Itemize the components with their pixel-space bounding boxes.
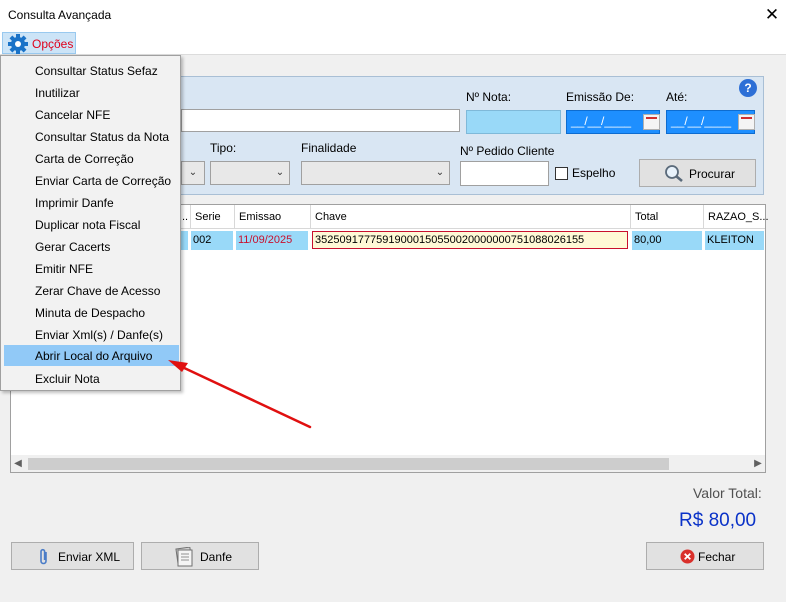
procurar-label: Procurar bbox=[689, 167, 736, 181]
magnifier-icon bbox=[665, 165, 683, 182]
table-row-cell[interactable] bbox=[181, 231, 188, 250]
table-row-cell[interactable]: 3525091777591900015055002000000075108802… bbox=[312, 231, 628, 249]
tipo-label: Tipo: bbox=[210, 141, 237, 155]
menu-item[interactable]: Emitir NFE bbox=[4, 258, 179, 279]
menu-item[interactable]: Minuta de Despacho bbox=[4, 302, 179, 323]
menu-item[interactable]: Consultar Status Sefaz bbox=[4, 60, 179, 81]
calendar-icon[interactable] bbox=[738, 114, 755, 130]
emissao-de-value: __/__/____ bbox=[571, 114, 632, 128]
enviar-xml-label: Enviar XML bbox=[58, 550, 121, 564]
finalidade-label: Finalidade bbox=[301, 141, 357, 155]
menu-opcoes[interactable]: Opções bbox=[2, 32, 76, 54]
tipo-select[interactable]: ⌄ bbox=[210, 161, 290, 185]
document-stack-icon bbox=[175, 547, 193, 567]
filter-text-input[interactable] bbox=[181, 109, 460, 132]
fechar-label: Fechar bbox=[698, 550, 736, 564]
grid-header[interactable]: RAZAO_S... bbox=[704, 205, 769, 229]
calendar-icon[interactable] bbox=[643, 114, 660, 130]
menu-item[interactable]: Cancelar NFE bbox=[4, 104, 179, 125]
scroll-left-arrow[interactable]: ◀ bbox=[11, 455, 25, 472]
menu-item[interactable]: Imprimir Danfe bbox=[4, 192, 179, 213]
grid-header[interactable]: .. bbox=[181, 205, 191, 229]
gear-icon bbox=[8, 34, 28, 54]
table-row-cell[interactable]: 11/09/2025 bbox=[236, 231, 308, 250]
danfe-button[interactable]: Danfe bbox=[141, 542, 259, 570]
close-window-button[interactable]: ✕ bbox=[762, 4, 782, 26]
emissao-de-input[interactable]: __/__/____ bbox=[566, 110, 660, 134]
espelho-checkbox[interactable] bbox=[555, 167, 568, 180]
chevron-down-icon: ⌄ bbox=[435, 167, 445, 178]
close-circle-icon bbox=[680, 549, 695, 564]
window-title: Consulta Avançada bbox=[8, 8, 112, 22]
menu-item[interactable]: Enviar Xml(s) / Danfe(s) bbox=[4, 324, 179, 345]
menu-item[interactable]: Consultar Status da Nota bbox=[4, 126, 179, 147]
grid-header[interactable]: Emissao bbox=[235, 205, 311, 229]
menu-bar bbox=[0, 31, 786, 55]
enviar-xml-button[interactable]: Enviar XML bbox=[11, 542, 134, 570]
scroll-right-arrow[interactable]: ▶ bbox=[751, 455, 765, 472]
menu-item[interactable]: Gerar Cacerts bbox=[4, 236, 179, 257]
opcoes-dropdown-menu: Consultar Status Sefaz Inutilizar Cancel… bbox=[0, 55, 181, 391]
ate-label: Até: bbox=[666, 90, 688, 104]
ate-value: __/__/____ bbox=[671, 114, 732, 128]
pedido-cliente-input[interactable] bbox=[460, 161, 549, 186]
procurar-button[interactable]: Procurar bbox=[639, 159, 756, 187]
title-bar bbox=[0, 0, 786, 31]
ate-input[interactable]: __/__/____ bbox=[666, 110, 755, 134]
menu-item[interactable]: Inutilizar bbox=[4, 82, 179, 103]
grid-header[interactable]: Chave bbox=[311, 205, 631, 229]
menu-item[interactable]: Excluir Nota bbox=[4, 368, 179, 389]
fechar-button[interactable]: Fechar bbox=[646, 542, 764, 570]
espelho-label: Espelho bbox=[572, 166, 616, 180]
scroll-thumb[interactable] bbox=[28, 458, 669, 470]
filter-combo-left[interactable]: ⌄ bbox=[181, 161, 205, 185]
menu-item[interactable]: Carta de Correção bbox=[4, 148, 179, 169]
danfe-label: Danfe bbox=[200, 550, 233, 564]
table-row-cell[interactable]: 002 bbox=[191, 231, 233, 250]
finalidade-select[interactable]: ⌄ bbox=[301, 161, 450, 185]
menu-item[interactable]: Enviar Carta de Correção bbox=[4, 170, 179, 191]
pedido-cliente-label: Nº Pedido Cliente bbox=[460, 144, 555, 158]
chevron-down-icon: ⌄ bbox=[188, 167, 198, 178]
emissao-de-label: Emissão De: bbox=[566, 90, 635, 104]
nota-input[interactable] bbox=[466, 110, 561, 134]
grid-header[interactable]: Serie bbox=[191, 205, 235, 229]
valor-total-value: R$ 80,00 bbox=[679, 510, 757, 531]
menu-item[interactable]: Zerar Chave de Acesso bbox=[4, 280, 179, 301]
valor-total-label: Valor Total: bbox=[693, 485, 762, 501]
table-row-cell[interactable]: 80,00 bbox=[632, 231, 702, 250]
table-row-cell[interactable]: KLEITON bbox=[705, 231, 764, 250]
grid-header[interactable]: Total bbox=[631, 205, 704, 229]
menu-opcoes-label: Opções bbox=[32, 37, 74, 51]
nota-label: Nº Nota: bbox=[466, 90, 512, 104]
paperclip-icon bbox=[40, 548, 47, 565]
help-icon[interactable]: ? bbox=[739, 79, 757, 97]
chevron-down-icon: ⌄ bbox=[275, 167, 285, 178]
menu-item[interactable]: Duplicar nota Fiscal bbox=[4, 214, 179, 235]
menu-item-abrir-local[interactable]: Abrir Local do Arquivo bbox=[4, 345, 179, 366]
